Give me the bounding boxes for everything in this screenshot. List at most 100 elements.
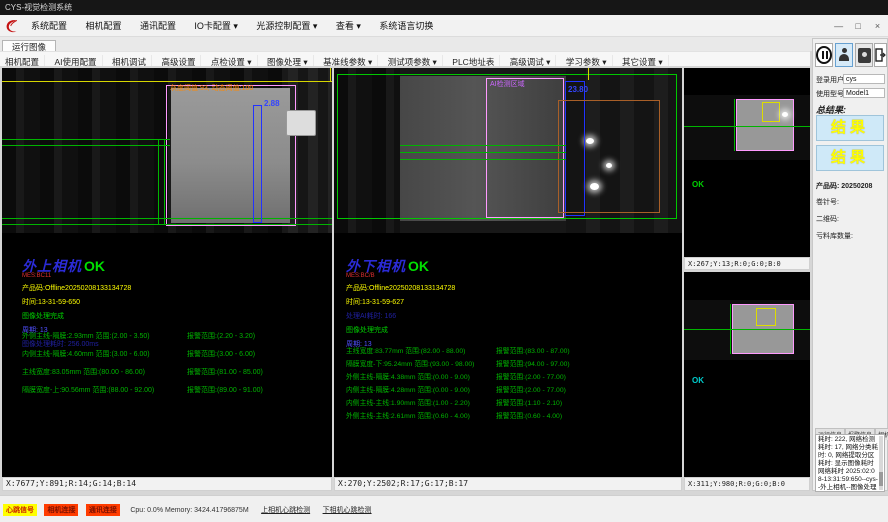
alarm-text: 报警范围:(2.00 - 77.00) (496, 384, 566, 394)
log-output[interactable]: 耗时: 222, 网络检测耗时: 17, 网络分类耗时: 0, 网络提取分区耗时… (815, 434, 885, 492)
menu-io-config[interactable]: IO卡配置 ▾ (187, 15, 245, 37)
lower-camera-heartbeat-link[interactable]: 下相机心跳检测 (323, 505, 372, 515)
login-user-value[interactable]: cys (843, 74, 885, 84)
alarm-text: 报警范围:(0.60 - 4.00) (496, 410, 562, 420)
result-status: OK (408, 258, 429, 274)
camera-view-upper[interactable]: 2.88 灰度阈值:93, 动态阈值:100 外上相机OK MES:BC11 产… (2, 68, 332, 477)
tool-advanced-settings[interactable]: 高级设置 (156, 55, 201, 66)
guide-line (730, 304, 731, 354)
guide-line (400, 145, 566, 146)
maximize-icon[interactable]: □ (851, 15, 866, 37)
alarm-text: 报警范围:(94.00 - 97.00) (496, 358, 570, 368)
measure-text: 主线宽度:83.05mm 范围:(80.00 - 86.00) (22, 367, 187, 377)
pause-button[interactable] (815, 43, 833, 67)
tool-test-params[interactable]: 测试项参数 ▾ (383, 55, 443, 66)
minimize-icon[interactable]: — (831, 15, 846, 37)
measure-value-label: 2.88 (264, 99, 280, 108)
log-scrollbar[interactable] (879, 436, 883, 490)
baseline-yellow-line (2, 81, 332, 82)
tool-camera-config[interactable]: 相机配置 (0, 55, 45, 66)
guide-line (684, 126, 810, 127)
measure-text: 外侧主线-主线:2.61mm 范围:(0.60 - 4.00) (346, 410, 496, 420)
pixel-coords-aux-1: X:267;Y:13;R:0;G:0;B:0 (684, 257, 810, 270)
window-titlebar: CYS-视觉检测系统 (0, 0, 888, 15)
tool-image-processing[interactable]: 图像处理 ▾ (262, 55, 314, 66)
window-controls: — □ × (831, 15, 885, 37)
guide-line (400, 159, 566, 160)
alarm-text: 报警范围:(3.00 - 6.00) (187, 349, 255, 359)
menu-camera-config[interactable]: 相机配置 (78, 15, 128, 37)
pixel-coords-upper: X:7677;Y:891;R:14;G:14;B:14 (2, 477, 332, 491)
roi-orange (558, 100, 660, 213)
ai-elapsed-line: 处理AI耗时: 166 (346, 311, 676, 321)
pause-icon (816, 46, 832, 64)
close-icon[interactable]: × (870, 15, 885, 37)
menu-bar: 系统配置 相机配置 通讯配置 IO卡配置 ▾ 光源控制配置 ▾ 查看 ▾ 系统语… (0, 15, 888, 37)
menu-system-config[interactable]: 系统配置 (24, 15, 74, 37)
window-title: CYS-视觉检测系统 (5, 3, 72, 12)
tool-advanced-debug[interactable]: 高级调试 ▾ (505, 55, 557, 66)
measure-row: 主线宽度:83.77mm 范围:(82.00 - 88.00) 报警范围:(83… (346, 345, 676, 355)
guide-line (2, 139, 170, 140)
aux-camera-view-1[interactable]: OK (684, 68, 810, 257)
measure-text: 隔膜宽度-下:95.24mm 范围:(93.00 - 98.00) (346, 358, 496, 368)
time-line: 时间:13-31-59-627 (346, 297, 676, 307)
upper-camera-heartbeat-link[interactable]: 上相机心跳检测 (261, 505, 310, 515)
user-icon (838, 48, 850, 62)
measure-row: 外侧主线-主线:2.61mm 范围:(0.60 - 4.00) 报警范围:(0.… (346, 410, 676, 420)
camera-connection-badge: 相机连接 (44, 504, 78, 516)
alarm-text: 报警范围:(2.00 - 77.00) (496, 371, 566, 381)
tool-ai-usage-config[interactable]: AI使用配置 (49, 55, 102, 66)
measure-text: 内侧主线-隔膜:4.28mm 范围:(0.00 - 9.00) (346, 384, 496, 394)
alarm-text: 报警范围:(1.10 - 2.10) (496, 397, 562, 407)
measure-row: 内侧主线-隔膜:4.28mm 范围:(0.00 - 9.00) 报警范围:(2.… (346, 384, 676, 394)
guide-line (734, 99, 735, 151)
menu-view[interactable]: 查看 ▾ (329, 15, 368, 37)
tool-camera-debug[interactable]: 相机调试 (107, 55, 152, 66)
alarm-text: 报警范围:(83.00 - 87.00) (496, 345, 570, 355)
tool-spot-check[interactable]: 点检设置 ▾ (206, 55, 258, 66)
alarm-text: 报警范围:(81.00 - 85.00) (187, 367, 263, 377)
logout-button[interactable] (874, 43, 887, 67)
menu-comm-config[interactable]: 通讯配置 (133, 15, 183, 37)
model-value[interactable]: Model1 (843, 88, 885, 98)
tool-other-settings[interactable]: 其它设置 ▾ (617, 55, 669, 66)
cpu-memory-status: Cpu: 0.0% Memory: 3424.41796875M (130, 507, 248, 514)
stock-count-label: 亏料库数量: (816, 231, 853, 241)
roi-blue-measure (253, 105, 262, 223)
measure-row: 内侧主线-主线:1.90mm 范围:(1.00 - 2.20) 报警范围:(1.… (346, 397, 676, 407)
qrcode-label: 二维码: (816, 214, 839, 224)
user-login-button[interactable] (835, 43, 853, 67)
workpiece-tab (286, 110, 316, 136)
tool-baseline-params[interactable]: 基准线参数 ▾ (318, 55, 378, 66)
measure-row: 隔膜宽度-下:95.24mm 范围:(93.00 - 98.00) 报警范围:(… (346, 358, 676, 368)
guide-line (2, 145, 170, 146)
workpiece-upper (171, 88, 290, 223)
aux-camera-view-2[interactable]: OK (684, 272, 810, 477)
result-status: OK (84, 258, 105, 274)
menu-language-switch[interactable]: 系统语言切换 (372, 15, 440, 37)
guide-line (158, 139, 159, 225)
logout-door-icon (875, 48, 886, 62)
camera-name-label: 外上相机 (22, 258, 82, 274)
measure-text: 内侧主线-主线:1.90mm 范围:(1.00 - 2.20) (346, 397, 496, 407)
edge-yellow-tick (330, 68, 331, 82)
menu-light-config[interactable]: 光源控制配置 ▾ (249, 15, 324, 37)
pixel-coords-lower: X:270;Y:2502;R:17;G:17;B:17 (334, 477, 682, 491)
roi-pink-ai (486, 78, 564, 218)
pixel-coords-aux-2: X:311;Y:980;R:0;G:0;B:0 (684, 477, 810, 491)
measure-value-label: 23.80 (568, 85, 588, 94)
tool-plc-address-table[interactable]: PLC地址表 (447, 55, 500, 66)
ai-region-label: AI检测区域 (490, 79, 525, 89)
camera-view-lower[interactable]: AI检测区域 23.80 外下相机OK MES:BC/B 产品码:Offline… (334, 68, 682, 477)
threshold-overlay-label: 灰度阈值:93, 动态阈值:100 (170, 83, 253, 93)
result-indicator-1: 结果 (816, 115, 884, 141)
alarm-text: 报警范围:(2.20 - 3.20) (187, 331, 255, 341)
tool-learning-params[interactable]: 学习参数 ▾ (561, 55, 613, 66)
product-code-label: 产品码: 20250208 (816, 181, 872, 191)
needle-number-label: 卷针号: (816, 197, 839, 207)
roi-yellow (756, 308, 776, 326)
admin-button[interactable] (855, 43, 873, 67)
guide-line (684, 329, 810, 330)
status-bar: 心跳信号 相机连接 通讯连接 Cpu: 0.0% Memory: 3424.41… (0, 495, 888, 522)
